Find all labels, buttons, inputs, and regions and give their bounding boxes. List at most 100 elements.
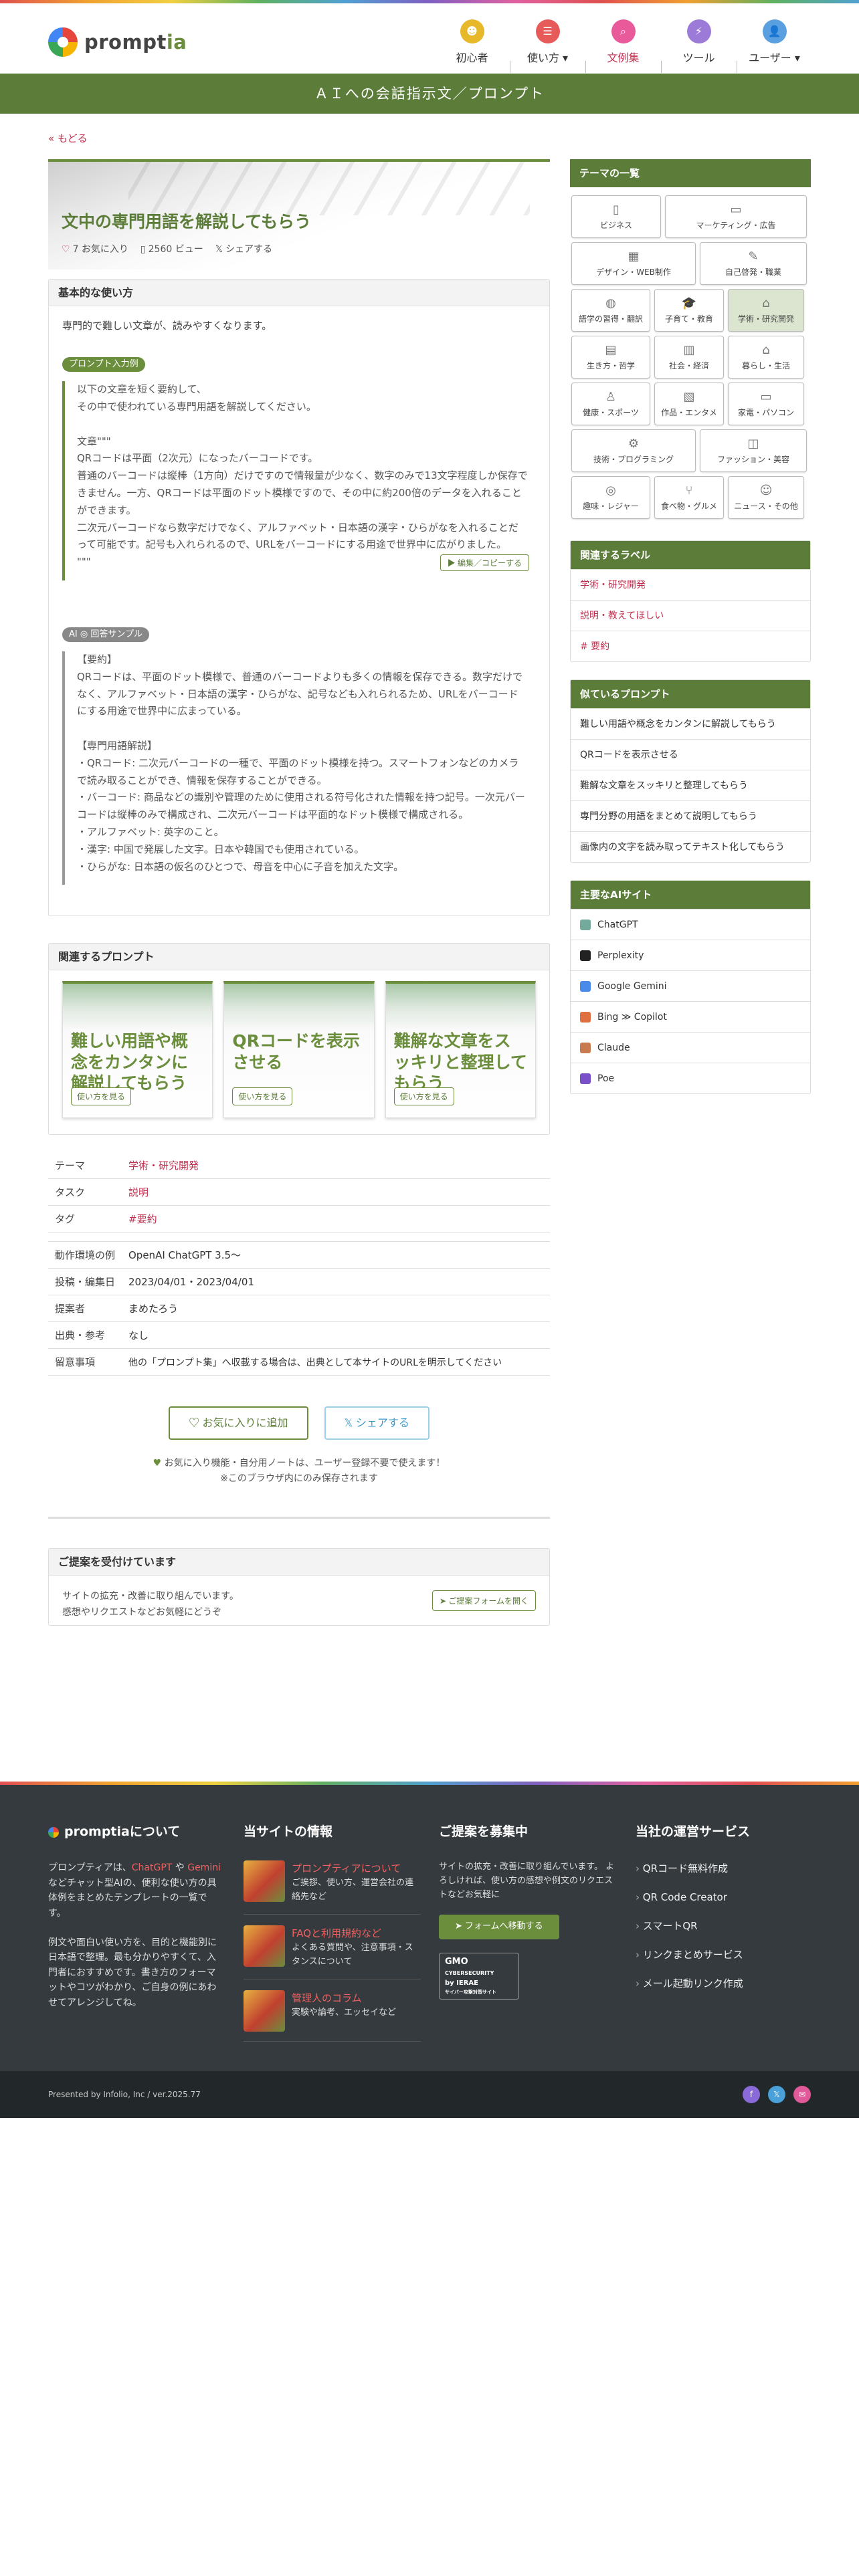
info-key: 投稿・編集日 [48,1268,122,1296]
ai-sample-tag: AI ◎ 回答サンプル [62,627,149,643]
footer-service-link[interactable]: スマートQR [636,1918,816,1934]
footer-service-link[interactable]: リンクまとめサービス [636,1947,816,1963]
theme-item[interactable]: ▤ 生き方・哲学 [571,336,650,379]
theme-item[interactable]: ⚙ 技術・プログラミング [571,429,696,472]
ai-site-link[interactable]: Poe [571,1063,810,1093]
view-usage-button[interactable]: 使い方を見る [393,1087,454,1106]
footer-services-heading: 当社の運営サービス [636,1824,751,1839]
theme-link[interactable]: 学術・研究開発 [122,1152,550,1180]
footer-proposal-heading: ご提案を募集中 [439,1824,529,1839]
related-card[interactable]: 難しい用語や概念をカンタンに解説してもらう 使い方を見る [62,981,213,1119]
back-link[interactable]: « もどる [48,131,88,145]
footer-about-text2: 例文や面白い使い方を、目的と機能別に日本語で整理。最も分かりやすくて、入門者にお… [48,1937,217,2008]
ai-site-label: ChatGPT [597,920,638,930]
ai-site-label: Google Gemini [597,981,667,992]
share-button[interactable]: 𝕏 シェアする [324,1406,430,1440]
ai-sites-box: 主要なAIサイト ChatGPT Perplexity Google Gemini B… [570,880,811,1094]
nav-item[interactable]: ⚡ ツール [661,19,737,73]
gemini-link[interactable]: Gemini [187,1862,221,1873]
footer-info-title: プロンプティアについて [292,1862,401,1875]
view-usage-button[interactable]: 使い方を見る [71,1087,132,1106]
theme-item[interactable]: ⌂ 暮らし・生活 [728,336,804,379]
source-value: なし [122,1321,550,1350]
nav-item[interactable]: 👤 ユーザー ▾ [737,19,812,73]
nav-label: 使い方 ▾ [527,51,569,64]
footer-info-item[interactable]: 管理人のコラム 実験や論考、エッセイなど [244,1990,421,2042]
mail-icon[interactable]: ✉ [793,2086,811,2103]
sidebar: テーマの一覧 ▯ ビジネス ▭ マーケティング・広告 ▦ デザイン・WEB制作 ✎ 自己啓発・… [570,159,811,1111]
label-link[interactable]: 学術・研究開発 [571,569,810,600]
theme-item[interactable]: ▦ デザイン・WEB制作 [571,242,696,285]
theme-item[interactable]: ⌂ 学術・研究開発 [728,289,804,332]
footer-form-button[interactable]: ➤ フォームへ移動する [439,1914,559,1939]
nav-icon: 👤 [762,19,787,43]
related-card[interactable]: 難解な文章をスッキリと整理してもらう 使い方を見る [385,981,536,1119]
theme-item[interactable]: ☺ ニュース・その他 [728,476,804,519]
nav-item[interactable]: ☻ 初心者 [434,19,510,65]
footer-info-item[interactable]: プロンプティアについて ご挨拶、使い方、運営会社の連絡先など [244,1860,421,1915]
prompt-meta: ♡ 7 お気に入り ▯ 2560 ビュー 𝕏 シェアする [62,242,537,255]
label-link[interactable]: 説明・教えてほしい [571,600,810,631]
share-link[interactable]: 𝕏 シェアする [215,242,272,255]
theme-label: 家電・パソコン [737,408,794,417]
theme-item[interactable]: ✎ 自己啓発・職業 [700,242,807,285]
theme-item[interactable]: ◎ 趣味・レジャー [571,476,650,519]
theme-icon: ▤ [605,343,617,357]
ai-site-link[interactable]: Claude [571,1032,810,1063]
theme-label: ニュース・その他 [734,502,798,511]
theme-item[interactable]: ▭ マーケティング・広告 [665,195,807,238]
similar-prompt-link[interactable]: 専門分野の用語をまとめて説明してもらう [571,800,810,831]
usage-intro: 専門的で難しい文章が、読みやすくなります。 [62,320,272,332]
theme-item[interactable]: ♙ 健康・スポーツ [571,383,650,425]
logo-text: promptia [84,31,187,53]
site-logo[interactable]: promptia [48,27,187,57]
theme-item[interactable]: ◫ ファッション・美容 [700,429,807,472]
view-usage-button[interactable]: 使い方を見る [232,1087,293,1106]
bottom-bar: Presented by Infolio, Inc / ver.2025.77 … [0,2071,859,2118]
similar-prompt-link[interactable]: QRコードを表示させる [571,739,810,770]
proposal-heading: ご提案を受付けています [49,1549,549,1576]
similar-prompt-link[interactable]: 画像内の文字を読み取ってテキスト化してもらう [571,831,810,862]
note-value: 他の「プロンプト集」へ収載する場合は、出典として本サイトのURLを明示してくださ… [122,1348,550,1376]
nav-item[interactable]: ☰ 使い方 ▾ [510,19,585,73]
nav-item[interactable]: ⌕ 文例集 [585,19,661,73]
logo-icon [48,27,78,57]
ai-site-link[interactable]: Bing ≫ Copilot [571,1001,810,1032]
prompt-info-table: テーマ 学術・研究開発 タスク 説明 タグ #要約 動作環境の例 OpenAI Chat… [48,1152,550,1376]
add-favorite-button[interactable]: ♡ お気に入りに追加 [169,1406,308,1440]
footer-service-link[interactable]: QRコード無料作成 [636,1860,816,1876]
theme-icon: ✎ [748,249,759,263]
theme-item[interactable]: ⑂ 食べ物・グルメ [654,476,724,519]
facebook-icon[interactable]: f [743,2086,760,2103]
footer-info-item[interactable]: FAQと利用規約など よくある質問や、注意事項・スタンスについて [244,1925,421,1979]
chatgpt-link[interactable]: ChatGPT [132,1862,173,1873]
tag-link[interactable]: #要約 [122,1205,550,1233]
label-link[interactable]: # 要約 [571,631,810,661]
theme-item[interactable]: ▯ ビジネス [571,195,661,238]
ai-site-link[interactable]: Google Gemini [571,970,810,1001]
prompt-example: 以下の文章を短く要約して、 その中で使われている専門用語を解説してください。 文… [62,381,536,581]
ai-site-link[interactable]: ChatGPT [571,909,810,940]
theme-item[interactable]: ◍ 語学の習得・翻訳 [571,289,650,332]
gmo-security-badge[interactable]: GMO CYBERSECURITY by IERAE サイバー攻撃対策サイト [439,1952,519,2000]
edit-copy-button[interactable]: ▶ 編集／コピーする [440,554,529,572]
theme-item[interactable]: ▭ 家電・パソコン [728,383,804,425]
theme-label: 生き方・哲学 [586,361,635,370]
footer-service-link[interactable]: QR Code Creator [636,1889,816,1905]
footer-service-link[interactable]: メール起動リンク作成 [636,1975,816,1992]
similar-prompt-link[interactable]: 難しい用語や概念をカンタンに解説してもらう [571,708,810,739]
theme-label: 健康・スポーツ [583,408,639,417]
open-proposal-form-button[interactable]: ➤ ご提案フォームを開く [432,1590,536,1612]
theme-item[interactable]: 🎓 子育て・教育 [654,289,724,332]
social-links: f 𝕏 ✉ [743,2086,811,2103]
theme-item[interactable]: ▥ 社会・経済 [654,336,724,379]
related-heading: 関連するプロンプト [49,944,549,971]
info-key: 動作環境の例 [48,1241,122,1269]
x-icon[interactable]: 𝕏 [768,2086,785,2103]
ai-site-icon [580,950,591,961]
task-link[interactable]: 説明 [122,1178,550,1206]
similar-prompt-link[interactable]: 難解な文章をスッキリと整理してもらう [571,770,810,800]
ai-site-link[interactable]: Perplexity [571,940,810,970]
theme-item[interactable]: ▧ 作品・エンタメ [654,383,724,425]
related-card[interactable]: QRコードを表示させる 使い方を見る [223,981,375,1119]
